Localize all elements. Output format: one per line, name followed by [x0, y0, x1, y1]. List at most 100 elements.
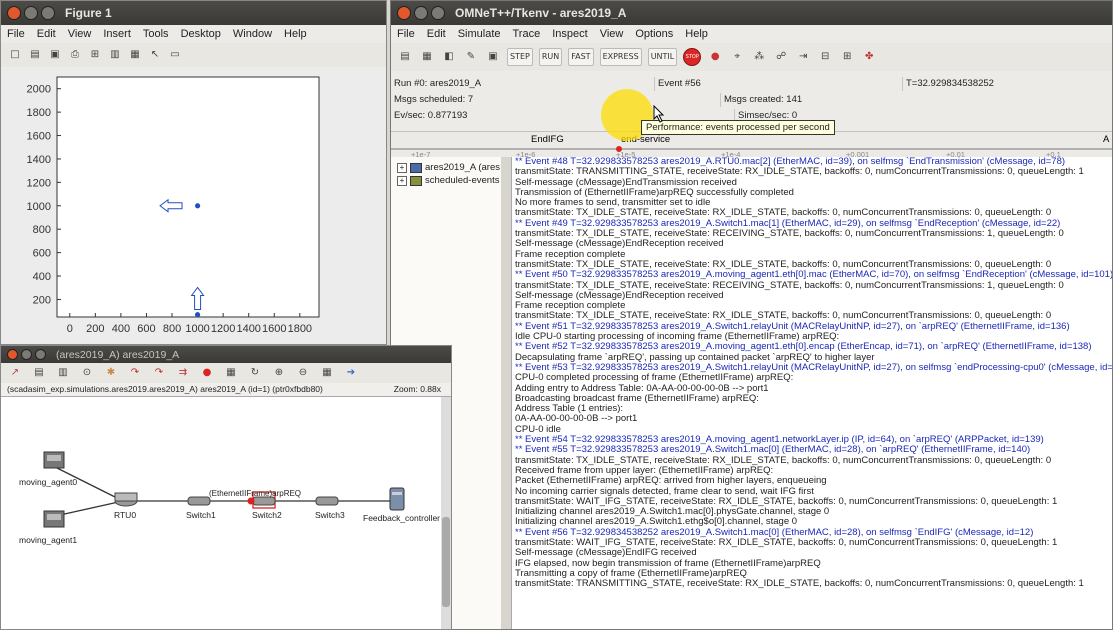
menu-options[interactable]: Options: [635, 28, 673, 40]
timeline[interactable]: EndIFG end-service +1e-7 +1e-6 +1e-5 +1e…: [391, 131, 1112, 159]
scrollbar-thumb[interactable]: [442, 517, 450, 607]
menu-edit[interactable]: Edit: [37, 28, 56, 40]
new-figure-icon[interactable]: □: [7, 47, 23, 63]
menu-window[interactable]: Window: [233, 28, 272, 40]
node-moving-agent0[interactable]: moving_agent0: [19, 451, 77, 487]
menu-trace[interactable]: Trace: [513, 28, 541, 40]
minimize-button[interactable]: [21, 349, 32, 360]
menu-inspect[interactable]: Inspect: [552, 28, 587, 40]
omnet-toolbar: ▤ ▦ ◧ ✎ ▣ STEP RUN FAST EXPRESS UNTIL ST…: [391, 43, 1112, 71]
tree-toggle-icon[interactable]: ⊞: [839, 49, 855, 65]
layout-icon[interactable]: ↻: [247, 365, 263, 381]
menu-help[interactable]: Help: [685, 28, 708, 40]
options-icon[interactable]: ✤: [861, 49, 877, 65]
network-icon[interactable]: ●: [707, 49, 723, 65]
zoom-out-icon[interactable]: ⊖: [295, 365, 311, 381]
expand-icon[interactable]: +: [397, 162, 407, 173]
settings-icon[interactable]: ✱: [103, 365, 119, 381]
save-icon[interactable]: ▣: [47, 47, 63, 63]
plot-tools-icon[interactable]: ▭: [167, 47, 183, 63]
stop-button[interactable]: STOP: [683, 48, 702, 66]
tree-node-scheduled[interactable]: + scheduled-events: [391, 174, 501, 187]
run-label: Run #0: ares2019_A: [391, 77, 655, 91]
modules-icon[interactable]: ☍: [773, 49, 789, 65]
node-rtu0[interactable]: RTU0: [114, 492, 138, 520]
tree-node-network[interactable]: + ares2019_A (ares: [391, 161, 501, 174]
graph-icon[interactable]: ▦: [223, 365, 239, 381]
menu-tools[interactable]: Tools: [143, 28, 169, 40]
message-dot[interactable]: [247, 497, 255, 505]
menu-simulate[interactable]: Simulate: [458, 28, 501, 40]
scatter-plot[interactable]: 0 200 400 600 800 1000 1200 1400 1600 18002004006…: [1, 67, 386, 345]
minimize-button[interactable]: [24, 6, 38, 20]
run-button[interactable]: RUN: [538, 48, 563, 66]
disk-icon[interactable]: ▣: [485, 49, 501, 65]
object-icon[interactable]: ▥: [55, 365, 71, 381]
close-button[interactable]: [397, 6, 411, 20]
load-icon[interactable]: ▤: [397, 49, 413, 65]
tree-scrollbar[interactable]: [501, 157, 511, 629]
legend-icon[interactable]: ▦: [127, 47, 143, 63]
menu-help[interactable]: Help: [284, 28, 307, 40]
message-label: (EthernetIIFrame)arpREQ: [209, 489, 301, 498]
maximize-button[interactable]: [431, 6, 445, 20]
fast-icon[interactable]: ⇉: [175, 365, 191, 381]
tree-label: ares2019_A (ares: [425, 162, 500, 173]
new-run-icon[interactable]: ▦: [419, 49, 435, 65]
event-number: Event #56: [655, 77, 903, 91]
step-icon[interactable]: ↷: [127, 365, 143, 381]
link-icon[interactable]: ⊞: [87, 47, 103, 63]
filter-icon[interactable]: ⇥: [795, 49, 811, 65]
zoom-in-icon[interactable]: ⊕: [271, 365, 287, 381]
restart-icon[interactable]: ◧: [441, 49, 457, 65]
open-icon[interactable]: ▤: [27, 47, 43, 63]
menu-view[interactable]: View: [600, 28, 624, 40]
until-button[interactable]: UNTIL: [647, 48, 678, 66]
minimize-button[interactable]: [414, 6, 428, 20]
menu-edit[interactable]: Edit: [427, 28, 446, 40]
figure-toolbar: □ ▤ ▣ ⎙ ⊞ ▥ ▦ ↖ ▭: [1, 43, 386, 67]
edit-icon[interactable]: ✎: [463, 49, 479, 65]
expand-icon[interactable]: +: [397, 175, 407, 186]
colorbar-icon[interactable]: ▥: [107, 47, 123, 63]
module-icon[interactable]: ▤: [31, 365, 47, 381]
print-icon[interactable]: ⎙: [67, 47, 83, 63]
x-tick-label: 200: [86, 323, 104, 335]
node-label: Switch3: [315, 510, 345, 520]
pointer-icon[interactable]: ↖: [147, 47, 163, 63]
menu-desktop[interactable]: Desktop: [181, 28, 221, 40]
express-button[interactable]: EXPRESS: [599, 48, 642, 66]
fast-button[interactable]: FAST: [568, 48, 594, 66]
menu-view[interactable]: View: [68, 28, 92, 40]
timeline-toggle-icon[interactable]: ⊟: [817, 49, 833, 65]
network-canvas[interactable]: moving_agent0 moving_agent1 RTU0 Switch1: [1, 397, 441, 629]
event-log[interactable]: ** Event #48 T=32.929833578253 ares2019_…: [511, 157, 1112, 629]
maximize-button[interactable]: [41, 6, 55, 20]
parent-module-icon[interactable]: ↗: [7, 365, 23, 381]
step-button[interactable]: STEP: [507, 48, 533, 66]
close-button[interactable]: [7, 6, 21, 20]
find-icon[interactable]: ⌖: [729, 49, 745, 65]
node-label: moving_agent1: [19, 535, 77, 545]
timeline-label-endifg[interactable]: EndIFG: [531, 134, 564, 145]
node-moving-agent1[interactable]: moving_agent1: [19, 510, 77, 545]
stop-icon[interactable]: ●: [199, 365, 215, 381]
menu-file[interactable]: File: [7, 28, 25, 40]
network-scrollbar[interactable]: [441, 397, 451, 629]
search-icon[interactable]: ⊙: [79, 365, 95, 381]
y-tick-label: 400: [33, 271, 51, 283]
maximize-button[interactable]: [35, 349, 46, 360]
data-point: [194, 203, 201, 209]
x-tick-label: 1400: [236, 323, 260, 335]
run-icon[interactable]: ↷: [151, 365, 167, 381]
arrow-icon[interactable]: ➔: [343, 365, 359, 381]
figure-titlebar: Figure 1: [1, 1, 386, 25]
menu-file[interactable]: File: [397, 28, 415, 40]
objects-icon[interactable]: ⁂: [751, 49, 767, 65]
figure-window: Figure 1 File Edit View Insert Tools Des…: [0, 0, 387, 345]
log-line: 0A-AA-00-00-00-0B --> port1: [515, 413, 638, 425]
menu-insert[interactable]: Insert: [103, 28, 131, 40]
node-feedback-controller[interactable]: Feedback_controller: [363, 487, 440, 523]
grid-icon[interactable]: ▦: [319, 365, 335, 381]
close-button[interactable]: [7, 349, 18, 360]
